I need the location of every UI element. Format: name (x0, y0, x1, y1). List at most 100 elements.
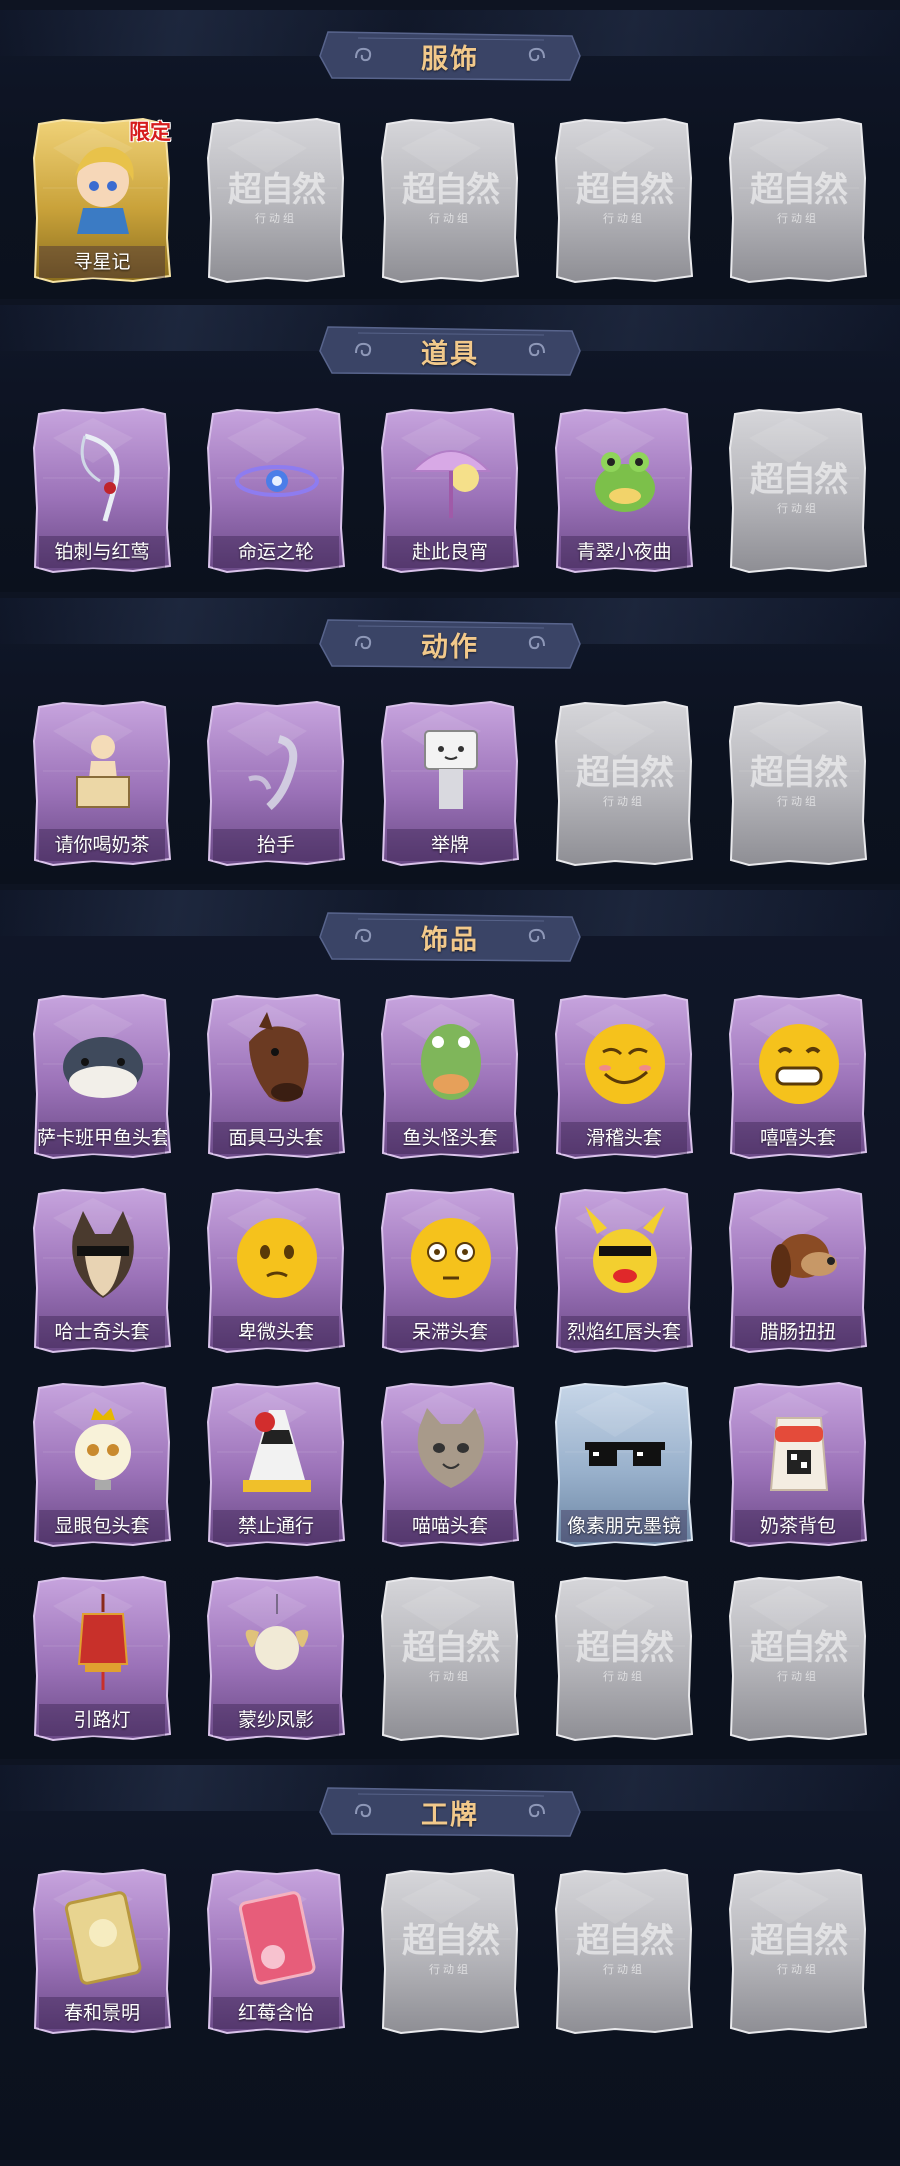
item-label: 请你喝奶茶 (54, 835, 150, 856)
chibi-character-icon (75, 146, 134, 234)
item-label: 禁止通行 (237, 1516, 314, 1537)
item-card[interactable]: 寻星记 限定 (33, 118, 171, 283)
gold-badge-icon (64, 1891, 142, 1985)
locked-placeholder-icon: 超自然 行动组 (737, 1921, 859, 1977)
locked-item-card[interactable]: 超自然 行动组 (381, 1576, 519, 1741)
item-label: 赴此良宵 (411, 542, 488, 563)
swirl-ornament-icon (526, 339, 548, 361)
placeholder-logo-subtext: 行动组 (603, 213, 645, 225)
item-card[interactable]: 奶茶背包 (729, 1382, 867, 1547)
placeholder-logo-subtext: 行动组 (603, 796, 645, 808)
item-card[interactable]: 青翠小夜曲 (555, 408, 693, 573)
item-label: 命运之轮 (237, 542, 314, 563)
item-label: 鱼头怪头套 (402, 1128, 498, 1149)
phoenix-charm-icon (245, 1594, 309, 1670)
item-card[interactable]: 赴此良宵 (381, 408, 519, 573)
locked-placeholder-icon: 超自然 行动组 (563, 1921, 685, 1977)
traffic-cone-icon (243, 1410, 311, 1492)
placeholder-logo-text: 超自然 (576, 1628, 674, 1668)
scythe-icon (80, 433, 120, 522)
locked-placeholder-icon: 超自然 行动组 (737, 1628, 859, 1684)
locked-item-card[interactable]: 超自然 行动组 (555, 701, 693, 866)
raise-hand-icon (248, 735, 298, 811)
item-card[interactable]: 嘻嘻头套 (729, 994, 867, 1159)
locked-item-card[interactable]: 超自然 行动组 (555, 1576, 693, 1741)
placeholder-logo-text: 超自然 (750, 460, 848, 500)
item-card[interactable]: 举牌 (381, 701, 519, 866)
item-card[interactable]: 铂刺与红莺 (33, 408, 171, 573)
placeholder-logo-text: 超自然 (750, 753, 848, 793)
placeholder-logo-subtext: 行动组 (429, 1671, 471, 1683)
item-card[interactable]: 蒙纱凤影 (207, 1576, 345, 1741)
section-title: 道具 (421, 338, 479, 369)
placeholder-logo-text: 超自然 (750, 1628, 848, 1668)
item-card[interactable]: 滑稽头套 (555, 994, 693, 1159)
item-card[interactable]: 卑微头套 (207, 1188, 345, 1353)
placeholder-logo-subtext: 行动组 (603, 1964, 645, 1976)
locked-item-card[interactable]: 超自然 行动组 (381, 118, 519, 283)
locked-placeholder-icon: 超自然 行动组 (737, 753, 859, 809)
swirl-ornament-icon (352, 339, 374, 361)
item-card[interactable]: 像素朋克墨镜 (555, 1382, 693, 1547)
item-card[interactable]: 红莓含怡 (207, 1869, 345, 2034)
locked-item-card[interactable]: 超自然 行动组 (729, 1576, 867, 1741)
locked-item-card[interactable]: 超自然 行动组 (729, 118, 867, 283)
item-label: 寻星记 (73, 252, 131, 273)
item-card[interactable]: 引路灯 (33, 1576, 171, 1741)
placeholder-logo-subtext: 行动组 (777, 503, 819, 515)
item-label: 春和景明 (63, 2003, 140, 2024)
locked-item-card[interactable]: 超自然 行动组 (207, 118, 345, 283)
locked-item-card[interactable]: 超自然 行动组 (555, 1869, 693, 2034)
item-card[interactable]: 春和景明 (33, 1869, 171, 2034)
locked-item-card[interactable]: 超自然 行动组 (729, 408, 867, 573)
placeholder-logo-subtext: 行动组 (777, 1964, 819, 1976)
swirl-ornament-icon (526, 44, 548, 66)
swirl-ornament-icon (352, 632, 374, 654)
item-card[interactable]: 萨卡班甲鱼头套 (33, 994, 171, 1159)
item-card[interactable]: 请你喝奶茶 (33, 701, 171, 866)
section-banner: 服饰 (318, 30, 582, 82)
flushed-emoji-icon (411, 1218, 491, 1298)
placeholder-logo-subtext: 行动组 (603, 1671, 645, 1683)
item-card[interactable]: 面具马头套 (207, 994, 345, 1159)
section-banner: 道具 (318, 325, 582, 377)
locked-placeholder-icon: 超自然 行动组 (563, 170, 685, 226)
item-card[interactable]: 抬手 (207, 701, 345, 866)
pixel-sunglasses-icon (585, 1442, 665, 1466)
placeholder-logo-text: 超自然 (228, 170, 326, 210)
placeholder-logo-subtext: 行动组 (777, 796, 819, 808)
item-label: 喵喵头套 (411, 1516, 488, 1537)
item-label: 引路灯 (73, 1710, 131, 1731)
item-label: 嘻嘻头套 (759, 1128, 836, 1149)
item-card[interactable]: 烈焰红唇头套 (555, 1188, 693, 1353)
item-label: 烈焰红唇头套 (566, 1322, 681, 1343)
placeholder-logo-subtext: 行动组 (429, 213, 471, 225)
item-card[interactable]: 喵喵头套 (381, 1382, 519, 1547)
item-card[interactable]: 鱼头怪头套 (381, 994, 519, 1159)
section-banner: 工牌 (318, 1786, 582, 1838)
milk-tea-backpack-icon (769, 1417, 829, 1491)
locked-item-card[interactable]: 超自然 行动组 (555, 118, 693, 283)
section-banner: 饰品 (318, 911, 582, 963)
cat-head-icon (417, 1408, 485, 1488)
item-card[interactable]: 腊肠扭扭 (729, 1188, 867, 1353)
fish-monster-icon (421, 1024, 481, 1100)
smirk-emoji-icon (585, 1024, 665, 1104)
item-card[interactable]: 命运之轮 (207, 408, 345, 573)
item-label: 红莓含怡 (237, 2003, 314, 2024)
placeholder-logo-subtext: 行动组 (255, 213, 297, 225)
locked-placeholder-icon: 超自然 行动组 (389, 1921, 511, 1977)
swirl-ornament-icon (526, 925, 548, 947)
placeholder-logo-text: 超自然 (576, 753, 674, 793)
locked-item-card[interactable]: 超自然 行动组 (729, 1869, 867, 2034)
locked-item-card[interactable]: 超自然 行动组 (729, 701, 867, 866)
bulb-head-icon (75, 1408, 131, 1490)
locked-item-card[interactable]: 超自然 行动组 (381, 1869, 519, 2034)
item-label: 显眼包头套 (54, 1516, 150, 1537)
item-card[interactable]: 显眼包头套 (33, 1382, 171, 1547)
horse-head-icon (249, 1012, 309, 1102)
item-card[interactable]: 呆滞头套 (381, 1188, 519, 1353)
item-card[interactable]: 哈士奇头套 (33, 1188, 171, 1353)
item-card[interactable]: 禁止通行 (207, 1382, 345, 1547)
item-label: 面具马头套 (228, 1128, 324, 1149)
